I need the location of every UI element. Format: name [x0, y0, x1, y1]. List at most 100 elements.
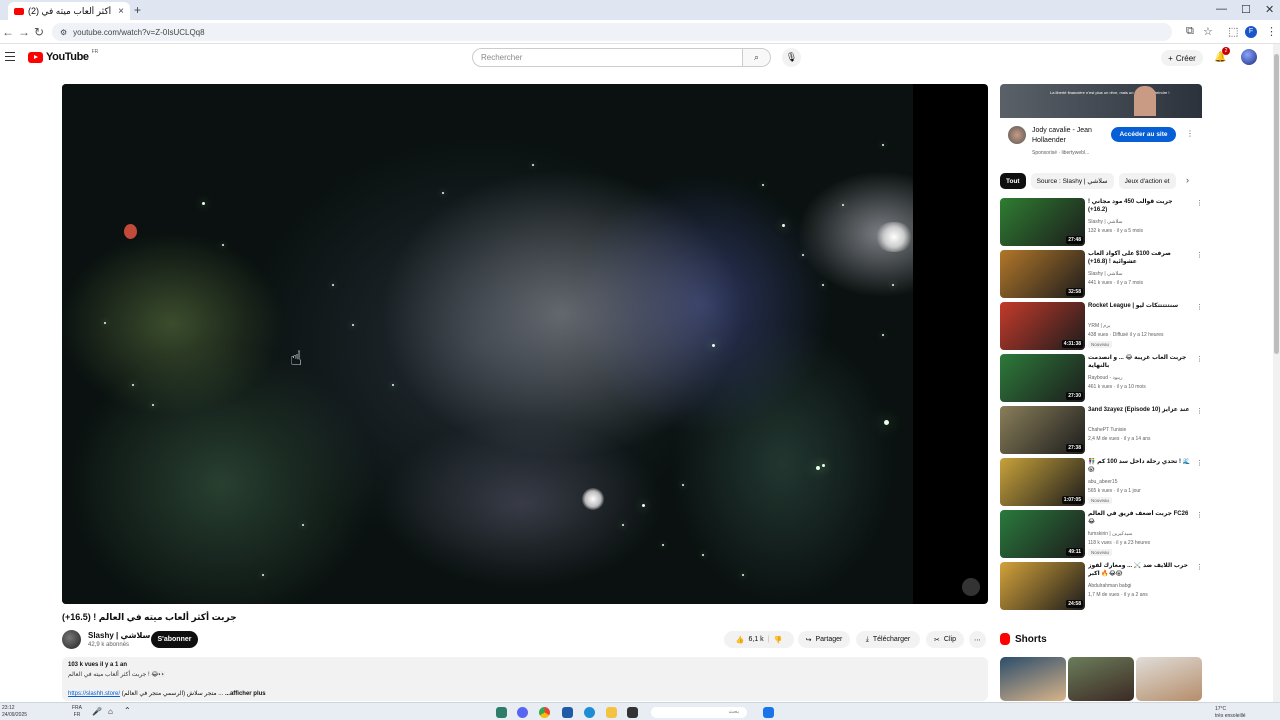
video-menu-icon[interactable]: ⋮: [1196, 303, 1203, 311]
short-thumbnail[interactable]: [1000, 657, 1066, 701]
recommended-channel[interactable]: fumskirin | سيدكيرين: [1088, 531, 1132, 537]
recommended-video[interactable]: 49:11 جربت أضعف فريق في العالم FC26 😂 fums…: [1000, 510, 1203, 559]
terminal-icon[interactable]: [627, 707, 638, 718]
youtube-logo[interactable]: YouTube FR: [28, 49, 98, 63]
short-thumbnail[interactable]: [1068, 657, 1134, 701]
recommended-video[interactable]: 27:48 جربت قوالب 450 مود مجاني ! (16.2+) S…: [1000, 198, 1203, 247]
scrollbar-thumb[interactable]: [1274, 54, 1279, 354]
recommended-channel[interactable]: Slashy | سلاشي: [1088, 271, 1123, 277]
share-button[interactable]: ↪ Partager: [798, 631, 850, 648]
new-tab-button[interactable]: +: [134, 3, 141, 17]
search-button[interactable]: ⌕: [743, 48, 771, 67]
video-thumbnail[interactable]: 49:11: [1000, 510, 1085, 558]
description-box[interactable]: 103 k vues il y a 1 an جربت أكثر ألعاب م…: [62, 657, 988, 701]
chip-action-games[interactable]: Jeux d'action et: [1118, 173, 1176, 189]
page-scrollbar[interactable]: [1273, 44, 1280, 702]
minimize-icon[interactable]: —: [1216, 3, 1227, 15]
store-icon[interactable]: [562, 707, 573, 718]
back-icon[interactable]: ←: [2, 25, 14, 39]
weather-widget[interactable]: 17°C très ensoleillé: [1215, 706, 1246, 720]
taskbar-search-input[interactable]: بحث: [651, 707, 747, 718]
url-input[interactable]: ⚙ youtube.com/watch?v=Z-0IsUCLQq8: [52, 23, 1172, 41]
subscribe-button[interactable]: S'abonner: [151, 631, 198, 648]
search-input[interactable]: Rechercher: [472, 48, 743, 67]
discord-icon[interactable]: [517, 707, 528, 718]
browser-tab[interactable]: (2) جربت أكثر ألعاب ميته في ... ×: [8, 2, 130, 20]
recommended-channel[interactable]: Abdulrahman babgi: [1088, 583, 1131, 589]
channel-avatar[interactable]: [62, 630, 81, 649]
short-thumbnail[interactable]: [1136, 657, 1202, 701]
forward-icon[interactable]: →: [18, 25, 30, 39]
windows-start-icon[interactable]: [763, 707, 774, 718]
taskbar-app-icon[interactable]: [496, 707, 507, 718]
create-button[interactable]: + Créer: [1161, 50, 1203, 66]
video-menu-icon[interactable]: ⋮: [1196, 355, 1203, 363]
video-menu-icon[interactable]: ⋮: [1196, 511, 1203, 519]
ad-banner-image[interactable]: La liberté financière n'est plus un rêve…: [1000, 84, 1202, 118]
wifi-icon[interactable]: ⌂: [108, 707, 113, 716]
like-count[interactable]: 6,1 k: [748, 636, 763, 643]
video-menu-icon[interactable]: ⋮: [1196, 199, 1203, 207]
sponsored-ad-card[interactable]: La liberté financière n'est plus un rêve…: [1000, 84, 1202, 164]
recommended-channel[interactable]: Slashy | سلاشي: [1088, 219, 1123, 225]
recommended-video[interactable]: 24:58 حرب اللايف ضد ⚔️ ... ومعارك لفوز اك…: [1000, 562, 1203, 611]
video-thumbnail[interactable]: 1:07:05: [1000, 458, 1085, 506]
store-link[interactable]: https://slashh.store/: [68, 691, 120, 697]
video-player[interactable]: ☝: [62, 84, 988, 604]
clip-button[interactable]: ✂ Clip: [926, 631, 964, 648]
dislike-icon[interactable]: 👎: [774, 636, 783, 644]
chrome-icon[interactable]: [539, 707, 550, 718]
video-menu-icon[interactable]: ⋮: [1196, 563, 1203, 571]
video-thumbnail[interactable]: 27:30: [1000, 354, 1085, 402]
video-menu-icon[interactable]: ⋮: [1196, 251, 1203, 259]
show-more-link[interactable]: ...afficher plus: [225, 691, 266, 697]
file-explorer-icon[interactable]: [606, 707, 617, 718]
chip-all[interactable]: Tout: [1000, 173, 1026, 189]
tab-close-icon[interactable]: ×: [118, 6, 124, 17]
maximize-icon[interactable]: ☐: [1241, 3, 1251, 16]
cast-icon[interactable]: ⧉: [1186, 25, 1194, 38]
site-info-icon[interactable]: ⚙: [60, 28, 67, 37]
video-menu-icon[interactable]: ⋮: [1196, 459, 1203, 467]
system-clock[interactable]: 23:12 24/09/2025: [2, 705, 27, 719]
mic-tray-icon[interactable]: 🎤: [92, 707, 102, 716]
voice-search-button[interactable]: 🎙: [782, 48, 801, 67]
recommended-video[interactable]: 27:38 3and 3zayez (Episode 10) عند عزايز C…: [1000, 406, 1203, 455]
visit-site-button[interactable]: Accéder au site: [1111, 127, 1176, 142]
more-actions-button[interactable]: ⋯: [969, 631, 986, 648]
video-thumbnail[interactable]: 27:48: [1000, 198, 1085, 246]
ad-menu-icon[interactable]: ⋮: [1186, 129, 1194, 138]
recommended-video[interactable]: 32:58 صرفت 100$ على أكواد ألعاب عشوائية !…: [1000, 250, 1203, 299]
like-icon[interactable]: 👍: [736, 636, 745, 644]
tray-chevron-icon[interactable]: ⌃: [124, 706, 131, 715]
recommended-channel[interactable]: Rayboud - ريبود: [1088, 375, 1123, 381]
advertiser-avatar[interactable]: [1008, 126, 1026, 144]
reload-icon[interactable]: ↻: [34, 25, 44, 39]
channel-watermark-icon[interactable]: [962, 578, 980, 596]
recommended-channel[interactable]: YRM | يرم: [1088, 323, 1110, 329]
recommended-video[interactable]: 27:30 جربت ألعاب غريبة 😂 ... و انصدمت بال…: [1000, 354, 1203, 403]
chevron-right-icon[interactable]: ›: [1186, 175, 1189, 185]
account-avatar[interactable]: [1241, 49, 1257, 65]
download-button[interactable]: ⤓ Télécharger: [856, 631, 920, 648]
chip-source[interactable]: Source : Slashy | سلاشي: [1030, 173, 1114, 189]
bookmark-star-icon[interactable]: ☆: [1203, 25, 1213, 38]
video-menu-icon[interactable]: ⋮: [1196, 407, 1203, 415]
video-thumbnail[interactable]: 24:58: [1000, 562, 1085, 610]
edge-icon[interactable]: [584, 707, 595, 718]
browser-profile-icon[interactable]: F: [1245, 26, 1257, 38]
video-thumbnail[interactable]: 4:31:38: [1000, 302, 1085, 350]
channel-name[interactable]: Slashy | سلاشي: [88, 631, 150, 640]
recommended-video[interactable]: 4:31:38 Rocket League | سنتتتتتكات ليو YRM…: [1000, 302, 1203, 351]
ad-title[interactable]: Jody cavalie - Jean Hollaender: [1032, 126, 1108, 146]
close-window-icon[interactable]: ✕: [1265, 3, 1274, 16]
recommended-video[interactable]: 1:07:05 👫 تحدي رحلة داخل سد 100 كم ! 🌊😱 ab…: [1000, 458, 1203, 507]
extensions-icon[interactable]: ⬚: [1228, 25, 1238, 38]
language-indicator[interactable]: FRA FR: [72, 705, 82, 719]
recommended-channel[interactable]: ChahePT Tunisie: [1088, 427, 1126, 433]
browser-menu-icon[interactable]: ⋮: [1266, 25, 1277, 38]
hamburger-menu-icon[interactable]: [5, 52, 15, 62]
video-thumbnail[interactable]: 32:58: [1000, 250, 1085, 298]
video-thumbnail[interactable]: 27:38: [1000, 406, 1085, 454]
recommended-channel[interactable]: abu_abeer15: [1088, 479, 1117, 485]
